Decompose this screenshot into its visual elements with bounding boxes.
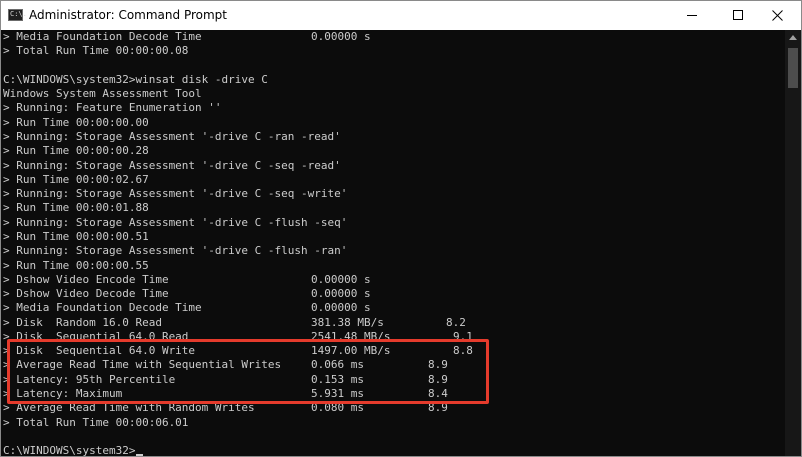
console-line: > Run Time 00:00:00.51 (3, 230, 149, 243)
console-line: > Total Run Time 00:00:06.01 (3, 416, 189, 429)
minimize-button[interactable] (670, 1, 716, 30)
title-bar[interactable]: C:\. Administrator: Command Prompt (1, 1, 801, 30)
console-line: Windows System Assessment Tool (3, 87, 202, 100)
scroll-up-arrow-icon[interactable] (789, 35, 797, 40)
console-line: > Running: Storage Assessment '-drive C … (3, 159, 341, 172)
close-button[interactable] (755, 1, 801, 30)
timing-value: 0.00000 s (311, 287, 371, 300)
maximize-icon (733, 10, 743, 20)
timing-label: > Media Foundation Decode Time (3, 30, 202, 43)
console-line: > Running: Storage Assessment '-drive C … (3, 130, 341, 143)
result-score: 8.2 (446, 316, 466, 329)
text-cursor (136, 454, 144, 456)
disk-results-highlight (7, 339, 489, 404)
timing-value: 0.00000 s (311, 30, 371, 43)
timing-label: > Media Foundation Decode Time (3, 301, 202, 314)
timing-label: > Dshow Video Decode Time (3, 287, 169, 300)
prompt-text: C:\WINDOWS\system32> (3, 444, 136, 457)
console-line: > Run Time 00:00:00.28 (3, 144, 149, 157)
close-icon (772, 10, 783, 21)
command-line: C:\WINDOWS\system32>winsat disk -drive C (3, 73, 268, 86)
console-line: > Run Time 00:00:00.00 (3, 116, 149, 129)
result-label: > Disk Random 16.0 Read (3, 316, 162, 329)
console-line: > Running: Storage Assessment '-drive C … (3, 244, 348, 257)
vertical-scrollbar[interactable] (785, 30, 801, 456)
result-value: 381.38 MB/s (311, 316, 384, 329)
console-output[interactable]: > Media Foundation Decode Time 0.00000 s … (3, 30, 785, 456)
console-line: > Running: Storage Assessment '-drive C … (3, 187, 348, 200)
command-prompt-window: C:\. Administrator: Command Prompt > Med… (0, 0, 802, 457)
timing-label: > Dshow Video Encode Time (3, 273, 169, 286)
scrollbar-thumb[interactable] (788, 48, 798, 88)
timing-value: 0.00000 s (311, 301, 371, 314)
minimize-icon (687, 15, 697, 16)
console-line: > Running: Storage Assessment '-drive C … (3, 216, 348, 229)
console-line: > Run Time 00:00:02.67 (3, 173, 149, 186)
console-line: > Running: Feature Enumeration '' (3, 101, 222, 114)
console-line: > Run Time 00:00:00.55 (3, 259, 149, 272)
console-line: > Run Time 00:00:01.88 (3, 201, 149, 214)
prompt-line[interactable]: C:\WINDOWS\system32> (3, 444, 144, 457)
timing-value: 0.00000 s (311, 273, 371, 286)
console-line: > Total Run Time 00:00:00.08 (3, 44, 189, 57)
command-prompt-icon: C:\. (8, 9, 27, 21)
window-title: Administrator: Command Prompt (29, 8, 227, 22)
